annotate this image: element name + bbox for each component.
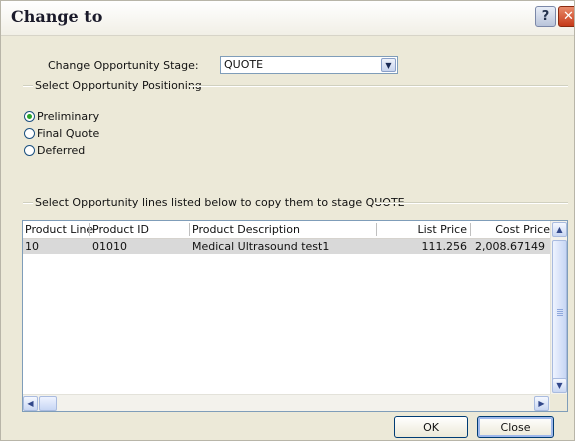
change-to-dialog: Change to ? ✕ Change Opportunity Stage: … [0, 0, 575, 441]
scroll-down-icon[interactable]: ▼ [552, 378, 567, 393]
positioning-group-line-right [189, 85, 568, 87]
dialog-title: Change to [11, 7, 103, 26]
opportunity-lines-grid[interactable]: Product Line Product ID Product Descript… [22, 220, 568, 412]
close-button[interactable]: Close [477, 416, 554, 438]
radio-label-final-quote: Final Quote [37, 127, 100, 140]
help-icon[interactable]: ? [535, 6, 556, 27]
column-divider[interactable] [189, 223, 190, 236]
horizontal-scroll-thumb[interactable] [39, 396, 57, 411]
column-header-description[interactable]: Product Description [192, 223, 300, 236]
lines-group-line-right [375, 202, 568, 204]
table-row[interactable]: 10 01010 Medical Ultrasound test1 111.25… [23, 239, 550, 254]
title-bar[interactable]: Change to ? ✕ [1, 1, 574, 36]
column-divider[interactable] [470, 223, 471, 236]
radio-final-quote[interactable]: Final Quote [24, 127, 99, 140]
scroll-right-icon[interactable]: ▶ [534, 396, 549, 411]
cell-product-line: 10 [25, 240, 39, 253]
radio-button-checked[interactable] [24, 111, 35, 122]
radio-button[interactable] [24, 128, 35, 139]
column-header-product-id[interactable]: Product ID [92, 223, 149, 236]
radio-preliminary[interactable]: Preliminary [24, 110, 99, 123]
cell-product-id: 01010 [92, 240, 127, 253]
column-header-list-price[interactable]: List Price [379, 223, 467, 236]
cell-description: Medical Ultrasound test1 [192, 240, 330, 253]
vertical-scroll-thumb[interactable] [552, 240, 567, 385]
scroll-left-icon[interactable]: ◀ [23, 396, 38, 411]
horizontal-scrollbar[interactable]: ◀ ▶ [23, 394, 550, 411]
cell-cost-price: 2,008.67149 [475, 240, 545, 253]
column-divider[interactable] [89, 223, 90, 236]
lines-group-label: Select Opportunity lines listed below to… [35, 196, 405, 209]
column-header-cost-price[interactable]: Cost Price [475, 223, 550, 236]
lines-group-line-left [23, 202, 33, 204]
radio-label-deferred: Deferred [37, 144, 86, 157]
radio-button[interactable] [24, 145, 35, 156]
vertical-scrollbar[interactable]: ▲ ▼ [550, 221, 567, 394]
close-icon[interactable]: ✕ [558, 6, 574, 27]
cell-list-price: 111.256 [421, 240, 468, 253]
chevron-down-icon[interactable]: ▼ [381, 58, 396, 72]
positioning-group-line-left [23, 85, 33, 87]
radio-deferred[interactable]: Deferred [24, 144, 85, 157]
scroll-up-icon[interactable]: ▲ [552, 222, 567, 237]
column-divider[interactable] [376, 223, 377, 236]
scrollbar-corner [550, 394, 567, 411]
positioning-group-label: Select Opportunity Positioning [35, 79, 202, 92]
column-header-product-line[interactable]: Product Line [25, 223, 93, 236]
radio-label-preliminary: Preliminary [37, 110, 100, 123]
stage-select-value: QUOTE [224, 58, 264, 71]
stage-label: Change Opportunity Stage: [48, 59, 199, 72]
stage-select[interactable]: QUOTE ▼ [220, 56, 398, 74]
grid-header: Product Line Product ID Product Descript… [23, 221, 550, 239]
ok-button[interactable]: OK [394, 416, 468, 438]
